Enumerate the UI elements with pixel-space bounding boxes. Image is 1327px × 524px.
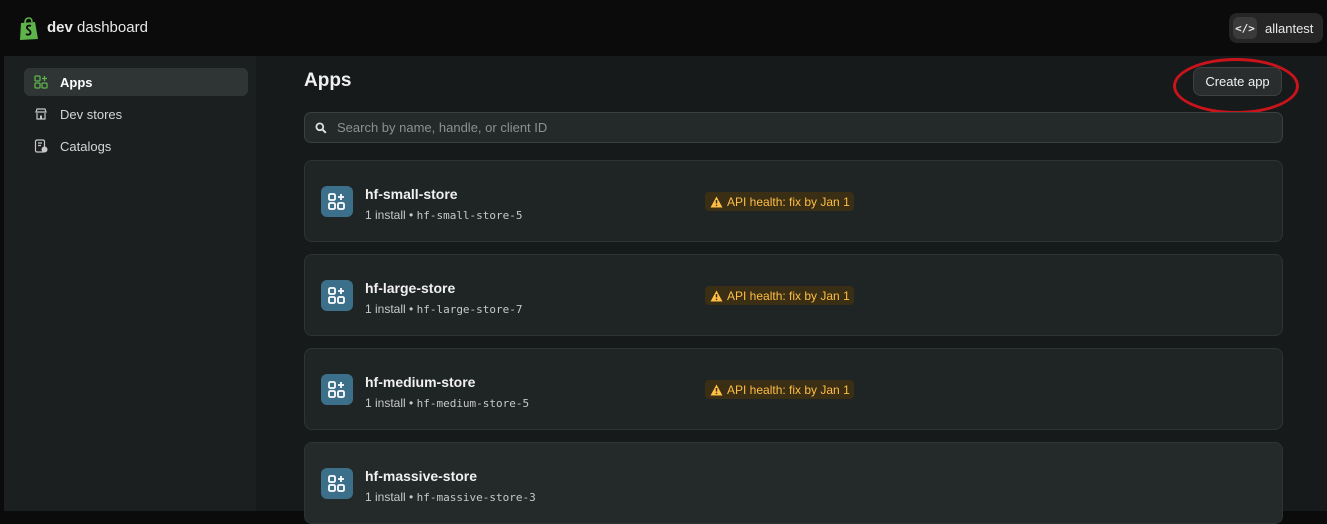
warning-icon	[710, 196, 723, 207]
app-handle: hf-medium-store-5	[416, 397, 530, 410]
app-icon	[321, 280, 353, 311]
app-meta: 1 install • hf-medium-store-5	[365, 396, 529, 410]
app-name[interactable]: hf-small-store	[365, 186, 458, 202]
create-app-button[interactable]: Create app	[1193, 67, 1282, 96]
warning-icon	[710, 384, 723, 395]
search-bar[interactable]	[304, 112, 1283, 143]
top-bar: dev dashboard </> allantest	[0, 0, 1327, 56]
app-icon	[321, 186, 353, 217]
meta-separator: •	[409, 208, 414, 222]
store-icon	[34, 107, 48, 121]
app-card-hf-large-store[interactable]: hf-large-store 1 install • hf-large-stor…	[304, 254, 1283, 336]
app-handle: hf-massive-store-3	[416, 491, 536, 504]
api-health-badge: API health: fix by Jan 1	[705, 286, 854, 305]
app-name[interactable]: hf-massive-store	[365, 468, 477, 484]
install-count: 1 install	[365, 396, 406, 410]
user-name: allantest	[1265, 20, 1314, 36]
sidebar-item-dev-stores[interactable]: Dev stores	[24, 100, 248, 128]
sidebar-item-label: Dev stores	[60, 106, 123, 122]
api-health-badge: API health: fix by Jan 1	[705, 380, 854, 399]
meta-separator: •	[409, 490, 414, 504]
page-title: Apps	[304, 70, 352, 91]
sidebar-item-label: Apps	[60, 74, 93, 90]
app-icon	[321, 468, 353, 499]
sidebar-item-apps[interactable]: Apps	[24, 68, 248, 96]
app-name[interactable]: hf-medium-store	[365, 374, 475, 390]
app-meta: 1 install • hf-large-store-7	[365, 302, 523, 316]
brand-rest: dashboard	[77, 19, 148, 36]
sidebar-item-catalogs[interactable]: Catalogs	[24, 132, 248, 160]
brand-title[interactable]: dev dashboard	[47, 19, 148, 36]
apps-icon	[34, 75, 48, 89]
main-content: Apps Create app hf-small-store 1 install…	[256, 56, 1327, 524]
app-card-hf-massive-store[interactable]: hf-massive-store 1 install • hf-massive-…	[304, 442, 1283, 524]
app-card-hf-small-store[interactable]: hf-small-store 1 install • hf-small-stor…	[304, 160, 1283, 242]
search-icon	[315, 122, 327, 134]
sidebar: Apps Dev stores Catalogs	[4, 56, 256, 511]
badge-text: API health: fix by Jan 1	[727, 382, 850, 397]
user-menu-button[interactable]: </> allantest	[1229, 13, 1323, 43]
sidebar-item-label: Catalogs	[60, 138, 112, 154]
app-meta: 1 install • hf-small-store-5	[365, 208, 523, 222]
shopify-bag-icon[interactable]	[18, 17, 40, 41]
search-input[interactable]	[337, 120, 1237, 135]
install-count: 1 install	[365, 302, 406, 316]
install-count: 1 install	[365, 208, 406, 222]
app-card-hf-medium-store[interactable]: hf-medium-store 1 install • hf-medium-st…	[304, 348, 1283, 430]
api-health-badge: API health: fix by Jan 1	[705, 192, 854, 211]
meta-separator: •	[409, 302, 414, 316]
meta-separator: •	[409, 396, 414, 410]
app-meta: 1 install • hf-massive-store-3	[365, 490, 536, 504]
app-icon	[321, 374, 353, 405]
badge-text: API health: fix by Jan 1	[727, 194, 850, 209]
warning-icon	[710, 290, 723, 301]
catalog-icon	[34, 139, 48, 153]
app-handle: hf-small-store-5	[416, 209, 523, 222]
badge-text: API health: fix by Jan 1	[727, 288, 850, 303]
app-handle: hf-large-store-7	[416, 303, 523, 316]
code-icon: </>	[1233, 17, 1257, 39]
brand-bold: dev	[47, 19, 73, 36]
install-count: 1 install	[365, 490, 406, 504]
app-name[interactable]: hf-large-store	[365, 280, 455, 296]
